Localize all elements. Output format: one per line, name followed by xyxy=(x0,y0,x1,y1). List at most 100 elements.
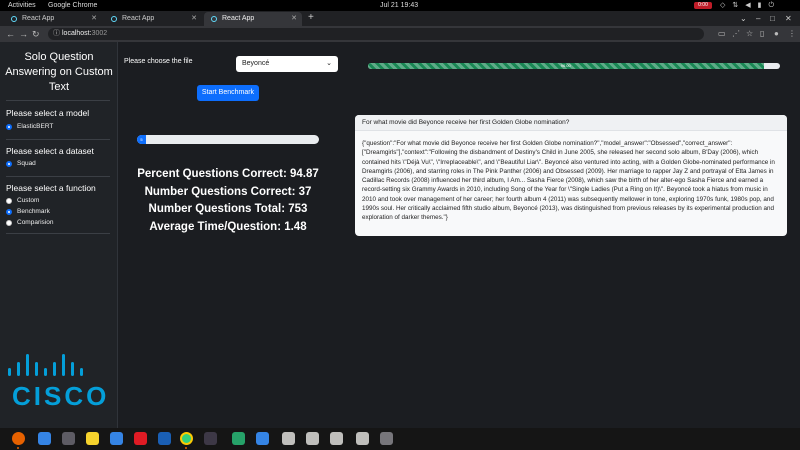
clock[interactable]: Jul 21 19:43 xyxy=(380,0,418,11)
files-icon[interactable] xyxy=(62,432,75,445)
menu-icon[interactable]: ⋮ xyxy=(788,26,796,42)
tab-search-icon[interactable]: ⌄ xyxy=(740,11,747,26)
radio-unchecked-icon[interactable] xyxy=(6,198,12,204)
rhythmbox-icon[interactable] xyxy=(86,432,99,445)
doc-icon[interactable] xyxy=(306,432,319,445)
app-title: Solo Question Answering on Custom Text xyxy=(5,51,113,93)
close-tab-icon[interactable]: ✕ xyxy=(191,12,197,26)
profile-icon[interactable]: ● xyxy=(774,26,779,42)
doc-icon[interactable] xyxy=(330,432,343,445)
divider xyxy=(6,139,110,140)
sidebar: Solo Question Answering on Custom Text P… xyxy=(0,42,118,428)
number-correct-stat: Number Questions Correct: 37 xyxy=(144,185,312,198)
browser-tab-1[interactable]: React App ✕ xyxy=(4,12,102,26)
tab-strip: React App ✕ React App ✕ React App ✕ xyxy=(0,11,800,26)
benchmark-progress-bar: 5 xyxy=(137,135,319,144)
vscode-insiders-icon[interactable] xyxy=(232,432,245,445)
writer-icon[interactable] xyxy=(110,432,123,445)
radio-label: ElasticBERT xyxy=(17,123,54,130)
radio-checked-icon[interactable] xyxy=(6,124,12,130)
cast-icon[interactable]: ▭ xyxy=(718,26,726,42)
tab-title: React App xyxy=(122,15,155,22)
dropbox-icon[interactable]: ◇ xyxy=(720,0,725,11)
divider xyxy=(6,100,110,101)
result-card-body: {"question":"For what movie did Beyonce … xyxy=(362,140,775,222)
battery-icon[interactable]: ▮ xyxy=(758,0,762,11)
dataset-heading: Please select a dataset xyxy=(6,146,94,156)
benchmark-progress-fill: 5 xyxy=(137,135,147,144)
app-menu[interactable]: Google Chrome xyxy=(48,0,97,11)
network-icon[interactable]: ⇅ xyxy=(732,0,738,11)
react-favicon-icon xyxy=(111,16,117,22)
volume-icon[interactable]: ◀ xyxy=(745,0,750,11)
overall-progress-fill: 96.00 xyxy=(368,63,764,69)
radio-unchecked-icon[interactable] xyxy=(6,220,12,226)
divider xyxy=(6,233,110,234)
percent-correct-stat: Percent Questions Correct: 94.87 xyxy=(137,168,319,180)
radio-label: Custom xyxy=(17,197,40,204)
reload-icon[interactable]: ↻ xyxy=(32,26,40,42)
number-total-stat: Number Questions Total: 753 xyxy=(148,203,308,215)
web-page: Solo Question Answering on Custom Text P… xyxy=(0,42,800,428)
cisco-bridge-logo-icon xyxy=(8,354,83,376)
browser-toolbar: ← → ↻ ⓘ localhost:3002 ▭ ⋰ ☆ ▯ ● ⋮ xyxy=(0,26,800,42)
running-indicator xyxy=(185,447,187,449)
terminal-icon[interactable] xyxy=(204,432,217,445)
result-card-header: For what movie did Beyonce receive her f… xyxy=(355,115,787,131)
activities-button[interactable]: Activities xyxy=(8,0,36,11)
software-icon[interactable] xyxy=(134,432,147,445)
divider xyxy=(6,176,110,177)
browser-tab-3[interactable]: React App ✕ xyxy=(204,12,302,26)
side-panel-icon[interactable]: ▯ xyxy=(760,26,764,42)
cisco-logo-text: CISCO xyxy=(12,381,110,411)
back-icon[interactable]: ← xyxy=(6,26,15,42)
model-heading: Please select a model xyxy=(6,108,90,118)
overall-progress-bar: 96.00 xyxy=(368,63,780,69)
radio-checked-icon[interactable] xyxy=(6,161,12,167)
vscode-icon[interactable] xyxy=(256,432,269,445)
benchmark-stats: Percent Questions Correct: 94.87 Number … xyxy=(127,166,329,236)
doc-icon[interactable] xyxy=(282,432,295,445)
radio-label: Squad xyxy=(17,160,36,167)
firefox-icon[interactable] xyxy=(12,432,25,445)
new-tab-icon[interactable]: + xyxy=(308,11,314,25)
average-time-stat: Average Time/Question: 1.48 xyxy=(149,220,307,233)
close-tab-icon[interactable]: ✕ xyxy=(291,12,297,26)
react-favicon-icon xyxy=(211,16,217,22)
share-icon[interactable]: ⋰ xyxy=(732,26,740,42)
forward-icon[interactable]: → xyxy=(19,26,28,42)
tab-title: React App xyxy=(22,15,55,22)
function-heading: Please select a function xyxy=(6,183,96,193)
os-dock xyxy=(0,428,800,450)
doc-icon[interactable] xyxy=(356,432,369,445)
desktop: Activities Google Chrome Jul 21 19:43 0:… xyxy=(0,0,800,450)
close-window-icon[interactable]: ✕ xyxy=(785,11,792,26)
power-icon[interactable]: ⏻ xyxy=(769,0,775,11)
browser-tab-2[interactable]: React App ✕ xyxy=(104,12,202,26)
running-indicator xyxy=(17,447,19,449)
result-card: For what movie did Beyonce receive her f… xyxy=(355,115,787,236)
radio-checked-icon[interactable] xyxy=(6,209,12,215)
trash-icon[interactable] xyxy=(380,432,393,445)
help-icon[interactable] xyxy=(158,432,171,445)
start-benchmark-button[interactable]: Start Benchmark xyxy=(197,85,259,101)
close-tab-icon[interactable]: ✕ xyxy=(91,12,97,26)
file-select[interactable]: Beyoncé ⌄ xyxy=(236,56,338,72)
address-bar[interactable]: ⓘ localhost:3002 xyxy=(48,28,704,40)
recording-indicator[interactable]: 0:00 xyxy=(694,2,712,9)
file-select-value: Beyoncé xyxy=(242,60,270,67)
maximize-icon[interactable]: □ xyxy=(770,11,775,26)
radio-label: Benchmark xyxy=(17,208,50,215)
tab-title: React App xyxy=(222,15,255,22)
os-top-bar: Activities Google Chrome Jul 21 19:43 0:… xyxy=(0,0,800,11)
url-text: localhost:3002 xyxy=(62,30,108,37)
site-info-icon[interactable]: ⓘ xyxy=(53,28,60,40)
file-picker-label: Please choose the file xyxy=(124,58,193,65)
minimize-icon[interactable]: – xyxy=(756,11,760,26)
system-tray[interactable]: ◇ ⇅ ◀ ▮ ⏻ xyxy=(720,0,781,11)
thunderbird-icon[interactable] xyxy=(38,432,51,445)
chevron-down-icon: ⌄ xyxy=(326,60,332,67)
bookmark-star-icon[interactable]: ☆ xyxy=(746,26,753,42)
chrome-icon[interactable] xyxy=(180,432,193,445)
radio-label: Comparision xyxy=(17,219,54,226)
